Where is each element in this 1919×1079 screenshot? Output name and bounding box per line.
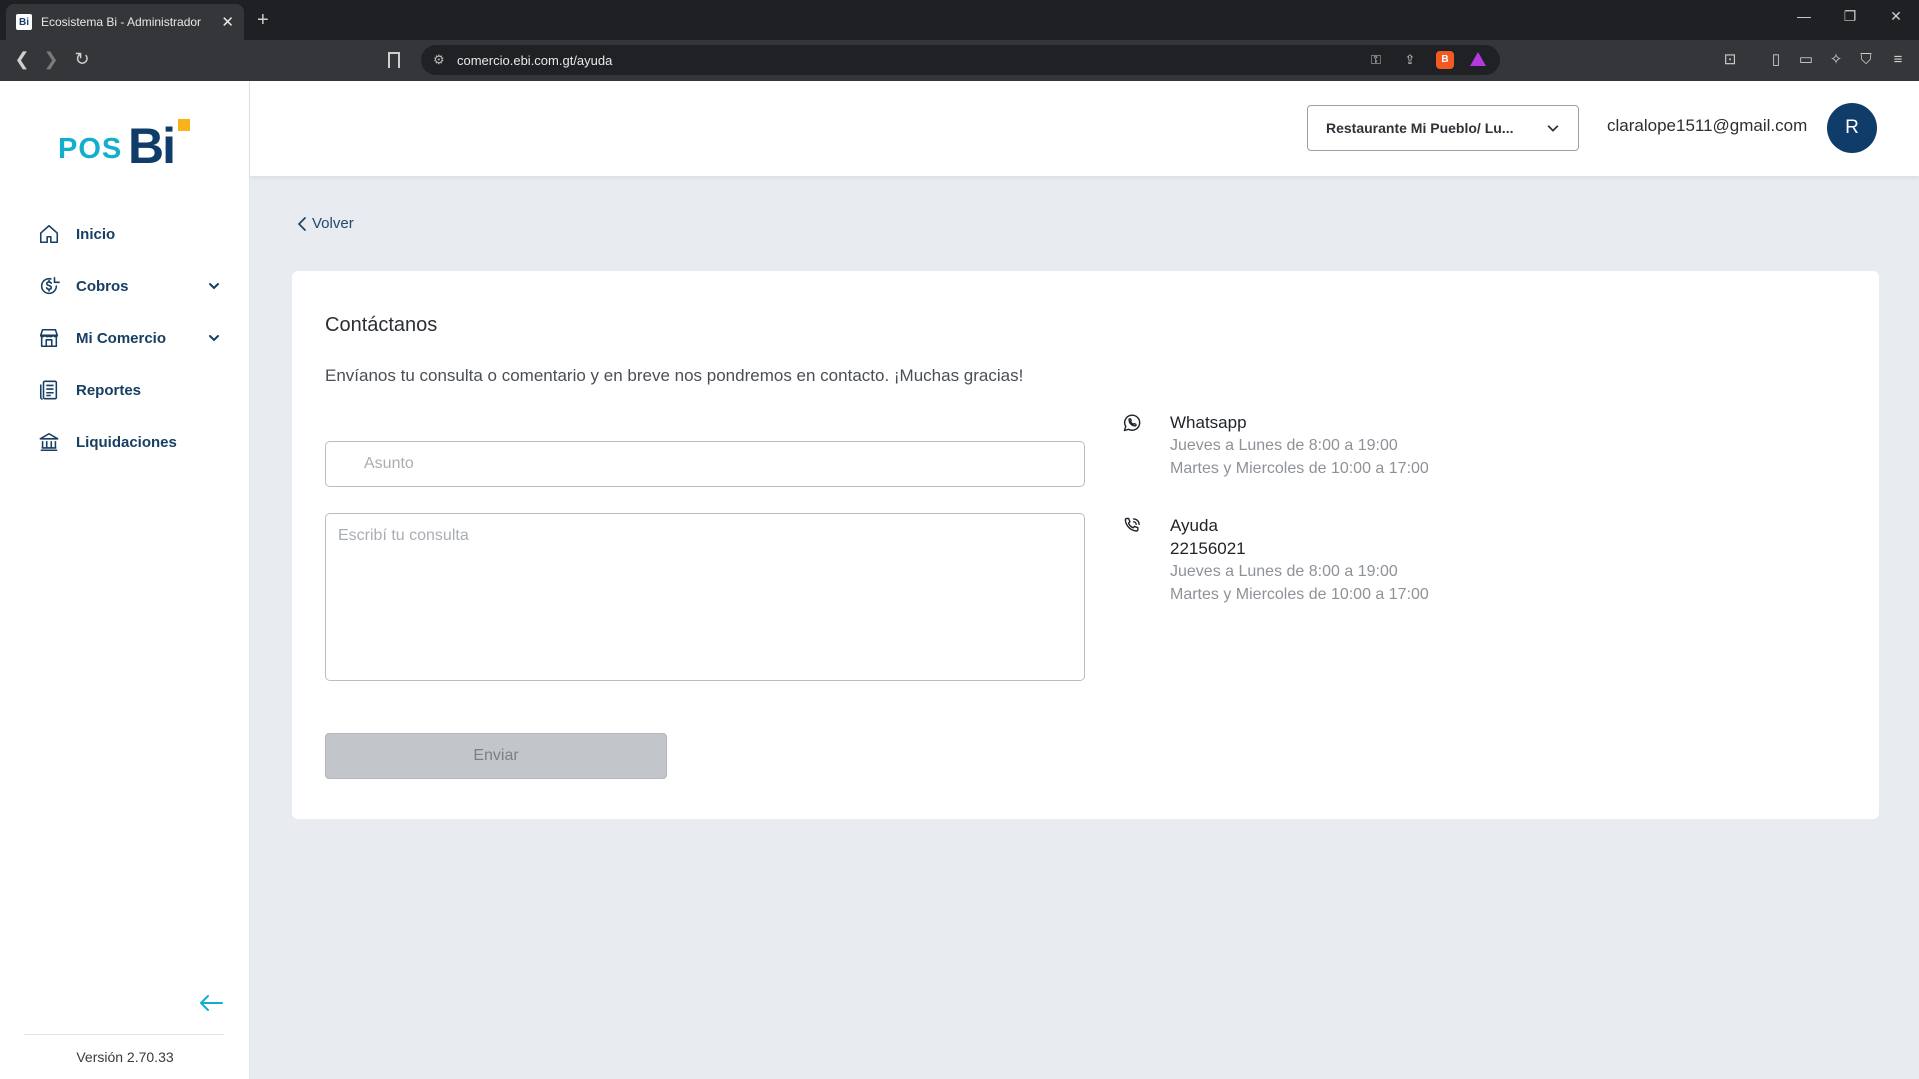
reload-icon[interactable]: ↻ xyxy=(70,47,94,71)
minimize-icon[interactable]: — xyxy=(1794,8,1814,24)
pos-bi-logo[interactable]: POS Bi xyxy=(58,117,193,175)
new-tab-icon[interactable]: + xyxy=(257,8,269,32)
help-contact-text: Ayuda 22156021 Jueves a Lunes de 8:00 a … xyxy=(1170,514,1550,606)
sidebar-item-cobros[interactable]: Cobros xyxy=(0,260,250,312)
window-close-icon[interactable]: ✕ xyxy=(1886,8,1906,25)
site-settings-icon[interactable]: ⚙ xyxy=(433,52,445,68)
browser-tab[interactable]: Bi Ecosistema Bi - Administrador ✕ xyxy=(6,4,244,40)
sidebar-toggle-icon[interactable]: ▯ xyxy=(1766,50,1786,70)
leo-ai-icon[interactable]: ✧ xyxy=(1826,50,1846,70)
whatsapp-contact-text: Whatsapp Jueves a Lunes de 8:00 a 19:00 … xyxy=(1170,411,1550,480)
reports-icon xyxy=(39,380,58,400)
back-arrow-icon[interactable]: ❮ xyxy=(10,47,34,71)
help-title: Ayuda xyxy=(1170,516,1218,535)
app-version: Versión 2.70.33 xyxy=(76,1049,174,1065)
wallet-icon[interactable]: ▭ xyxy=(1796,50,1816,70)
logo-square xyxy=(178,119,190,131)
store-icon xyxy=(39,328,59,348)
help-hours-2: Martes y Miercoles de 10:00 a 17:00 xyxy=(1170,586,1429,603)
sidebar-menu: Inicio Cobros Mi Comercio Reportes Liqui… xyxy=(0,208,250,468)
back-link-label: Volver xyxy=(312,215,354,232)
sidebar: POS Bi Inicio Cobros Mi Comercio Reporte… xyxy=(0,81,250,1079)
contact-card: Contáctanos Envíanos tu consulta o comen… xyxy=(292,271,1879,819)
help-hours-1: Jueves a Lunes de 8:00 a 19:00 xyxy=(1170,563,1398,580)
address-bar[interactable]: ⚙ comercio.ebi.com.gt/ayuda ⚿ ⇪ B xyxy=(421,45,1500,75)
store-selector[interactable]: Restaurante Mi Pueblo/ Lu... xyxy=(1307,105,1579,151)
user-email: claralope1511@gmail.com xyxy=(1607,116,1808,135)
sidebar-item-label: Inicio xyxy=(76,225,116,243)
page-title: Contáctanos xyxy=(325,314,438,336)
sidebar-item-inicio[interactable]: Inicio xyxy=(0,208,250,260)
chevron-down-icon[interactable] xyxy=(206,278,222,294)
store-selector-value: Restaurante Mi Pueblo/ Lu... xyxy=(1326,120,1514,136)
sidebar-item-label: Cobros xyxy=(76,277,129,295)
tab-title: Ecosistema Bi - Administrador xyxy=(41,15,202,29)
back-link[interactable]: Volver xyxy=(296,215,354,232)
vpn-shield-icon[interactable]: ⛉ xyxy=(1856,50,1876,70)
bank-icon xyxy=(39,432,59,452)
tab-close-icon[interactable]: ✕ xyxy=(221,15,234,30)
sidebar-item-reportes[interactable]: Reportes xyxy=(0,364,250,416)
brave-shield-icon[interactable]: B xyxy=(1436,51,1454,69)
whatsapp-hours-1: Jueves a Lunes de 8:00 a 19:00 xyxy=(1170,437,1398,454)
help-phone-number: 22156021 xyxy=(1170,539,1246,558)
sidebar-item-liquidaciones[interactable]: Liquidaciones xyxy=(0,416,250,468)
whatsapp-icon xyxy=(1123,414,1141,432)
share-icon[interactable]: ⇪ xyxy=(1401,51,1419,69)
address-url: comercio.ebi.com.gt/ayuda xyxy=(457,53,613,68)
bookmark-icon[interactable] xyxy=(388,52,400,68)
browser-tab-strip: Bi Ecosistema Bi - Administrador ✕ + — ❐… xyxy=(0,0,1919,40)
page-description: Envíanos tu consulta o comentario y en b… xyxy=(325,366,1024,385)
menu-icon[interactable]: ≡ xyxy=(1888,50,1908,70)
subject-input[interactable] xyxy=(325,441,1085,487)
send-button[interactable]: Enviar xyxy=(325,733,667,779)
brave-rewards-icon[interactable] xyxy=(1470,52,1486,66)
sidebar-item-label: Reportes xyxy=(76,381,142,399)
chevron-down-icon[interactable] xyxy=(206,330,222,346)
restore-icon[interactable]: ❐ xyxy=(1840,8,1860,25)
collapse-sidebar-arrow-icon[interactable] xyxy=(198,994,224,1012)
chevron-down-icon xyxy=(1547,125,1559,132)
chevron-left-icon xyxy=(298,216,306,231)
phone-call-icon xyxy=(1124,517,1140,532)
tab-favicon-icon: Bi xyxy=(16,14,32,30)
query-textarea[interactable] xyxy=(325,513,1085,681)
sidebar-divider xyxy=(24,1034,224,1035)
payment-icon xyxy=(40,276,60,295)
key-icon[interactable]: ⚿ xyxy=(1367,51,1385,69)
logo-pos-text: POS xyxy=(58,133,123,165)
sidebar-item-label: Liquidaciones xyxy=(76,433,177,451)
whatsapp-hours-2: Martes y Miercoles de 10:00 a 17:00 xyxy=(1170,460,1429,477)
forward-arrow-icon[interactable]: ❯ xyxy=(39,47,63,71)
logo-bi-text: Bi xyxy=(128,118,176,174)
whatsapp-title: Whatsapp xyxy=(1170,413,1247,432)
top-header: Restaurante Mi Pueblo/ Lu... claralope15… xyxy=(250,81,1919,176)
sidebar-item-label: Mi Comercio xyxy=(76,329,167,347)
sidebar-item-mi-comercio[interactable]: Mi Comercio xyxy=(0,312,250,364)
app-page: POS Bi Inicio Cobros Mi Comercio Reporte… xyxy=(0,81,1919,1079)
home-icon xyxy=(39,224,59,244)
avatar[interactable]: R xyxy=(1827,103,1877,153)
tab-search-icon[interactable]: ⊡ xyxy=(1720,50,1740,70)
browser-toolbar: ❮ ❯ ↻ ⚙ comercio.ebi.com.gt/ayuda ⚿ ⇪ B … xyxy=(0,40,1919,81)
